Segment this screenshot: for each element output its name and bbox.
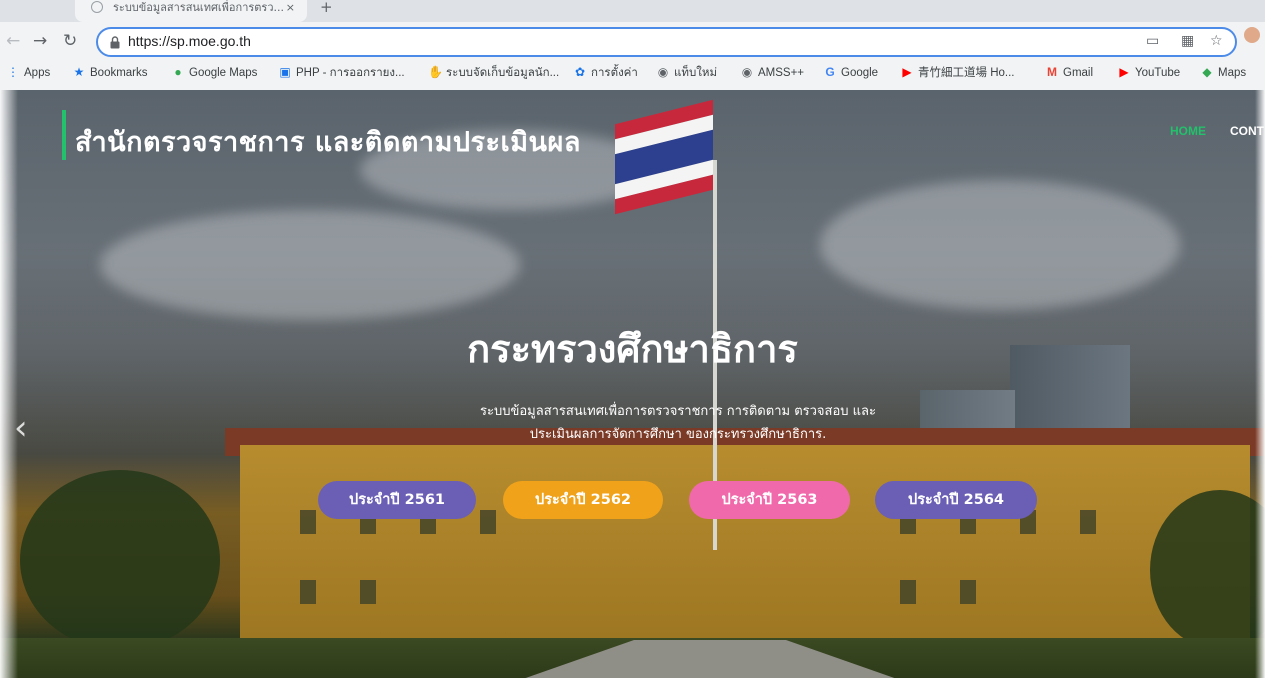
cast-icon[interactable]: ▭ — [1146, 33, 1159, 49]
year-2562-button[interactable]: ประจำปี 2562 — [503, 481, 663, 519]
hero-subtitle: ระบบข้อมูลสารสนเทศเพื่อการตรวจราชการ การ… — [480, 404, 876, 419]
site-title[interactable]: สำนักตรวจราชการ และติดตามประเมินผล — [75, 120, 581, 163]
gmail-icon: M — [1047, 65, 1057, 79]
globe-icon — [91, 1, 103, 13]
hand-icon: ✋ — [428, 65, 443, 79]
browser-tab[interactable]: ระบบข้อมูลสารสนเทศเพื่อการตรว... × — [75, 0, 307, 22]
year-2563-button[interactable]: ประจำปี 2563 — [689, 481, 850, 519]
tab-title: ระบบข้อมูลสารสนเทศเพื่อการตรว... — [113, 1, 285, 14]
close-icon[interactable]: × — [286, 0, 295, 16]
bookmarks-bar: ⋮ Apps ★ Bookmarks ● Google Maps ▣ PHP - การ… — [0, 61, 1265, 83]
year-2564-button[interactable]: ประจำปี 2564 — [875, 481, 1037, 519]
globe-icon: ◉ — [741, 65, 753, 79]
bookmark-item[interactable]: ◆ Maps — [1200, 61, 1246, 83]
reload-icon[interactable]: ↻ — [63, 30, 77, 52]
bookmark-item[interactable]: ▶ 青竹細工道場 Ho... — [900, 61, 1014, 83]
tree-shape — [20, 470, 220, 650]
star-icon[interactable]: ☆ — [1210, 33, 1223, 49]
url-text[interactable]: https://sp.moe.go.th — [128, 33, 251, 49]
hero-subtitle: ประเมินผลการจัดการศึกษา ของกระทรวงศึกษาธ… — [529, 427, 827, 442]
window-shape — [1080, 510, 1096, 534]
bookmark-item[interactable]: ✿ การตั้งค่า — [573, 61, 638, 83]
tab-strip: ระบบข้อมูลสารสนเทศเพื่อการตรว... × + — [0, 0, 1265, 22]
new-tab-button[interactable]: + — [320, 0, 333, 16]
bookmark-item[interactable]: ★ Bookmarks — [72, 61, 148, 83]
bookmark-item[interactable]: M Gmail — [1045, 61, 1093, 83]
window-shape — [480, 510, 496, 534]
qr-code-icon[interactable]: ▦ — [1181, 33, 1194, 49]
window-shape — [360, 580, 376, 604]
nav-home-link[interactable]: HOME — [1170, 124, 1206, 138]
thai-flag — [615, 99, 713, 215]
bookmark-item[interactable]: ◉ แท็บใหม่ — [656, 61, 717, 83]
browser-toolbar: ← → ↻ https://sp.moe.go.th ▭ ▦ ☆ — [0, 27, 1265, 57]
youtube-icon: ▶ — [902, 65, 912, 79]
browser-chrome: ระบบข้อมูลสารสนเทศเพื่อการตรว... × + ← →… — [0, 0, 1265, 91]
forward-icon[interactable]: → — [33, 30, 47, 52]
bookmark-item[interactable]: G Google — [823, 61, 878, 83]
bookmark-item[interactable]: ▣ PHP - การออกรายง... — [278, 61, 404, 83]
hero-title: กระทรวงศึกษาธิการ — [467, 327, 798, 371]
bookmark-item[interactable]: ⋮ Apps — [6, 61, 50, 83]
hero-section: สำนักตรวจราชการ และติดตามประเมินผล HOME … — [0, 90, 1265, 678]
google-icon: G — [825, 65, 835, 79]
ministry-building — [240, 445, 1250, 645]
gear-icon: ✿ — [574, 65, 586, 79]
address-bar[interactable]: https://sp.moe.go.th ▭ ▦ ☆ — [96, 27, 1237, 57]
bookmark-item[interactable]: ◉ AMSS++ — [740, 61, 804, 83]
php-icon: ▣ — [279, 65, 291, 79]
youtube-icon: ▶ — [1119, 65, 1129, 79]
avatar[interactable] — [1244, 27, 1260, 43]
bookmark-item[interactable]: ▶ YouTube — [1117, 61, 1180, 83]
header-accent-bar — [62, 110, 66, 160]
window-shape — [300, 580, 316, 604]
window-shape — [300, 510, 316, 534]
window-shape — [960, 580, 976, 604]
bookmark-item[interactable]: ✋ ระบบจัดเก็บข้อมูลนัก... — [428, 61, 559, 83]
maps-pin-icon: ● — [174, 65, 182, 79]
apps-grid-icon: ⋮ — [7, 65, 19, 79]
year-2561-button[interactable]: ประจำปี 2561 — [318, 481, 476, 519]
globe-icon: ◉ — [657, 65, 669, 79]
maps-icon: ◆ — [1202, 65, 1212, 79]
cloud-shape — [100, 210, 520, 320]
back-icon[interactable]: ← — [6, 30, 20, 52]
window-shape — [900, 580, 916, 604]
lock-icon — [110, 36, 120, 49]
cloud-shape — [820, 180, 1180, 310]
photo-edge — [0, 90, 18, 678]
photo-edge — [1255, 90, 1265, 678]
bookmark-item[interactable]: ● Google Maps — [171, 61, 257, 83]
star-icon: ★ — [73, 65, 85, 79]
